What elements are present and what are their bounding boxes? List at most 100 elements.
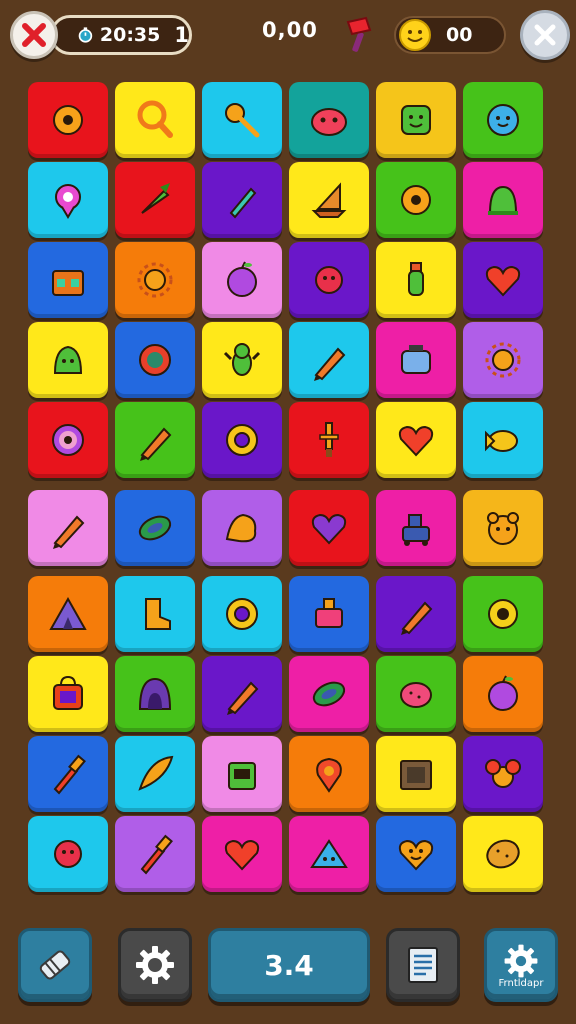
- board-tile[interactable]: [463, 82, 543, 158]
- board-tile[interactable]: [289, 322, 369, 398]
- board-tile[interactable]: [115, 576, 195, 652]
- board-tile[interactable]: [376, 816, 456, 892]
- board-tile[interactable]: [28, 322, 108, 398]
- board-tile[interactable]: [289, 576, 369, 652]
- pencil-icon: [53, 515, 85, 549]
- board-tile[interactable]: [463, 490, 543, 566]
- board-tile[interactable]: [289, 82, 369, 158]
- leaf-icon: [312, 681, 346, 707]
- apple-icon: [227, 261, 257, 297]
- board-tile[interactable]: [115, 402, 195, 478]
- board-tile[interactable]: [376, 242, 456, 318]
- board-tile[interactable]: [463, 242, 543, 318]
- close-icon: [534, 24, 556, 46]
- settings-button[interactable]: Frntldapr: [484, 928, 558, 1002]
- pencil-icon: [140, 427, 172, 461]
- board-tile[interactable]: [202, 576, 282, 652]
- board-tile[interactable]: [115, 490, 195, 566]
- mouse-icon: [485, 759, 521, 788]
- gear-icon: [53, 105, 83, 135]
- board-tile[interactable]: [376, 656, 456, 732]
- board-tile[interactable]: [463, 162, 543, 238]
- booster-button[interactable]: [18, 928, 92, 1002]
- board-tile[interactable]: [202, 242, 282, 318]
- board-tile[interactable]: [28, 490, 108, 566]
- board-tile[interactable]: [289, 490, 369, 566]
- smiley-block-icon: [401, 105, 431, 135]
- sun-icon: [137, 262, 173, 298]
- board-tile[interactable]: [28, 816, 108, 892]
- board-tile[interactable]: [463, 736, 543, 812]
- board-tile[interactable]: [202, 402, 282, 478]
- board-tile[interactable]: [115, 242, 195, 318]
- board-tile[interactable]: [202, 656, 282, 732]
- close-button[interactable]: [520, 10, 570, 60]
- brush-icon: [140, 834, 173, 875]
- board-tile[interactable]: [28, 656, 108, 732]
- board-tile[interactable]: [463, 322, 543, 398]
- board-tile[interactable]: [289, 736, 369, 812]
- board-tile[interactable]: [289, 656, 369, 732]
- board-tile[interactable]: [463, 656, 543, 732]
- board-tile[interactable]: [202, 816, 282, 892]
- board-tile[interactable]: [463, 816, 543, 892]
- pencil-icon: [314, 347, 346, 381]
- boot-icon: [145, 598, 171, 630]
- board-tile[interactable]: [376, 490, 456, 566]
- tube-icon: [315, 598, 343, 628]
- board-tile[interactable]: [28, 576, 108, 652]
- tent-icon: [49, 596, 87, 630]
- options-button[interactable]: [118, 928, 192, 1002]
- board-tile[interactable]: [28, 162, 108, 238]
- bottle-icon: [408, 262, 424, 296]
- board-tile[interactable]: [289, 162, 369, 238]
- pin-icon: [316, 757, 342, 793]
- board-tile[interactable]: [202, 490, 282, 566]
- gear-icon: [136, 946, 174, 984]
- timer-panel: 20:35 1: [50, 15, 192, 55]
- board-tile[interactable]: [289, 816, 369, 892]
- board-tile[interactable]: [28, 242, 108, 318]
- fish-icon: [485, 430, 518, 452]
- board-tile[interactable]: [289, 402, 369, 478]
- board-tile[interactable]: [28, 736, 108, 812]
- board-tile[interactable]: [115, 162, 195, 238]
- board-tile[interactable]: [376, 162, 456, 238]
- board-tile[interactable]: [376, 402, 456, 478]
- quit-button[interactable]: [10, 11, 58, 59]
- board-tile[interactable]: [28, 82, 108, 158]
- board-tile[interactable]: [376, 322, 456, 398]
- crate-icon: [400, 760, 432, 790]
- board-tile[interactable]: [376, 82, 456, 158]
- board-tile[interactable]: [463, 402, 543, 478]
- potato-icon: [486, 839, 520, 869]
- robot-icon: [402, 514, 430, 546]
- board-tile[interactable]: [202, 736, 282, 812]
- bag-icon: [53, 675, 83, 710]
- flower-icon: [488, 599, 518, 629]
- notes-button[interactable]: [386, 928, 460, 1002]
- level-text: 1: [174, 23, 189, 47]
- board-tile[interactable]: [28, 402, 108, 478]
- board-tile[interactable]: [289, 242, 369, 318]
- heart-icon: [398, 425, 434, 457]
- board-tile[interactable]: [463, 576, 543, 652]
- board-tile[interactable]: [115, 322, 195, 398]
- score-button[interactable]: 3.4: [208, 928, 370, 1002]
- board-tile[interactable]: [115, 656, 195, 732]
- top-hud: 20:35 1 0,00 00: [0, 0, 576, 70]
- board-tile[interactable]: [115, 816, 195, 892]
- heart-icon: [485, 265, 521, 297]
- hammer-icon[interactable]: [340, 14, 376, 54]
- board-tile[interactable]: [115, 82, 195, 158]
- board-tile[interactable]: [115, 736, 195, 812]
- board-tile[interactable]: [376, 576, 456, 652]
- board-tile[interactable]: [376, 736, 456, 812]
- donut-icon: [226, 598, 258, 630]
- board-tile[interactable]: [202, 322, 282, 398]
- board-tile[interactable]: [202, 82, 282, 158]
- board-tile[interactable]: [202, 162, 282, 238]
- donut-icon: [226, 424, 258, 456]
- bell-icon: [53, 345, 83, 374]
- sword-icon: [319, 422, 339, 457]
